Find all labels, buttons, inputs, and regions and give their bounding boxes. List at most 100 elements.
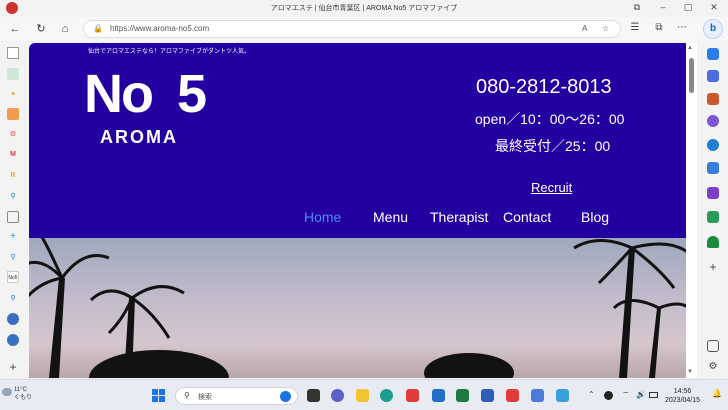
recruit-link[interactable]: Recruit bbox=[531, 180, 572, 195]
twitter-tab-icon[interactable]: ✈ bbox=[7, 231, 19, 243]
gmail-tab-icon[interactable]: M bbox=[7, 149, 19, 161]
search-tab-icon[interactable]: ⚲ bbox=[7, 252, 19, 264]
more-menu-icon[interactable]: ⋯ bbox=[675, 22, 689, 33]
bing-icon bbox=[280, 391, 291, 402]
logo-five: 5 bbox=[177, 64, 208, 124]
excel-icon[interactable] bbox=[456, 389, 469, 402]
refresh-button[interactable]: ↻ bbox=[34, 22, 48, 36]
outlook-icon[interactable] bbox=[432, 389, 445, 402]
site-tagline: 仙台でアロマエステなら！アロマファイブがダントツ人気。 bbox=[88, 49, 251, 55]
site-logo[interactable]: No 5 AROMA bbox=[84, 64, 224, 157]
nav-blog[interactable]: Blog bbox=[581, 209, 609, 225]
back-button[interactable]: ← bbox=[8, 22, 22, 36]
search-tab-icon[interactable]: ⚲ bbox=[7, 191, 19, 203]
outlook-icon[interactable] bbox=[707, 187, 719, 199]
minimize-button[interactable]: – bbox=[656, 2, 670, 12]
tab-favicon-icon[interactable]: R bbox=[7, 170, 19, 182]
tree-icon[interactable] bbox=[707, 236, 719, 248]
windows-taskbar: 11°C くもり ⚲ 検索 ⌃ ⌔ 🔊 14:56 2023/04/15 🔔 bbox=[0, 379, 728, 410]
logo-aroma: AROMA bbox=[100, 127, 178, 147]
new-tab-icon[interactable]: + bbox=[7, 361, 19, 373]
close-button[interactable]: ✕ bbox=[707, 2, 721, 13]
cloud-icon[interactable] bbox=[2, 388, 12, 396]
search-placeholder: 検索 bbox=[198, 394, 212, 401]
shopping-icon[interactable] bbox=[707, 93, 719, 105]
favorite-star-icon[interactable]: ☆ bbox=[602, 24, 609, 33]
wifi-icon[interactable]: ⌔ bbox=[622, 390, 630, 400]
tools-icon[interactable] bbox=[707, 115, 719, 127]
edge-sidebar: + ⚙ bbox=[698, 41, 728, 378]
photos-icon[interactable] bbox=[556, 389, 569, 402]
nav-menu[interactable]: Menu bbox=[373, 209, 408, 225]
maximize-button[interactable]: ▢ bbox=[681, 2, 695, 13]
discover-tag-icon[interactable] bbox=[707, 70, 719, 82]
tab-favicon-icon[interactable] bbox=[7, 68, 19, 80]
volume-icon[interactable]: 🔊 bbox=[636, 390, 646, 399]
word-icon[interactable] bbox=[481, 389, 494, 402]
home-button[interactable]: ⌂ bbox=[58, 22, 72, 36]
lock-icon[interactable]: 🔒 bbox=[93, 24, 103, 33]
taskbar-search[interactable]: ⚲ 検索 bbox=[175, 387, 298, 405]
last-reception: 最終受付／25：00 bbox=[495, 138, 611, 154]
edge-icon[interactable] bbox=[380, 389, 393, 402]
aroma-no5-tab-icon[interactable]: No5 bbox=[7, 271, 19, 283]
task-view-icon[interactable] bbox=[307, 389, 320, 402]
tab-actions-icon[interactable]: ⧉ bbox=[630, 2, 644, 13]
vertical-tabs-sidebar: ✦ ⚙ M R ⚲ ✈ ⚲ No5 ⚲ + bbox=[0, 41, 27, 378]
tray-chevron-icon[interactable]: ⌃ bbox=[588, 390, 595, 399]
taskbar-clock[interactable]: 14:56 2023/04/15 bbox=[665, 387, 700, 405]
notification-icon[interactable]: 🔔 bbox=[712, 389, 722, 398]
sidebar-toggle-icon[interactable] bbox=[7, 47, 19, 59]
settings-gear-icon[interactable]: ⚙ bbox=[707, 361, 719, 373]
nav-contact[interactable]: Contact bbox=[503, 209, 551, 225]
scroll-down-icon[interactable]: ▼ bbox=[687, 369, 693, 375]
vivaldi-icon[interactable] bbox=[406, 389, 419, 402]
battery-icon[interactable] bbox=[649, 392, 658, 398]
copilot-icon[interactable]: b bbox=[703, 19, 723, 39]
notepad-icon[interactable] bbox=[531, 389, 544, 402]
clock-time: 14:56 bbox=[673, 388, 692, 395]
start-button[interactable] bbox=[152, 389, 166, 403]
page-scrollbar[interactable]: ▲ ▼ bbox=[686, 43, 697, 378]
games-icon[interactable] bbox=[707, 139, 719, 151]
tab-favicon-icon[interactable] bbox=[7, 211, 19, 223]
tab-favicon-icon[interactable]: ✦ bbox=[7, 89, 19, 101]
weather-widget[interactable]: 11°C くもり bbox=[14, 386, 32, 402]
wordpress-tab-icon[interactable] bbox=[7, 334, 19, 346]
weather-condition: くもり bbox=[14, 395, 33, 401]
tray-app-icon[interactable] bbox=[604, 391, 613, 400]
weather-temperature: 11°C bbox=[14, 387, 27, 393]
opening-hours: open／10：00〜26：00 bbox=[475, 111, 625, 127]
url-text[interactable]: https://www.aroma-no5.com bbox=[110, 24, 209, 33]
nav-therapist[interactable]: Therapist bbox=[430, 209, 488, 225]
hide-sidebar-icon[interactable] bbox=[707, 340, 719, 352]
search-icon: ⚲ bbox=[184, 391, 190, 400]
add-sidebar-icon[interactable]: + bbox=[707, 261, 719, 273]
file-explorer-icon[interactable] bbox=[356, 389, 369, 402]
favorites-icon[interactable]: ☰ bbox=[628, 22, 642, 33]
scroll-thumb[interactable] bbox=[689, 58, 694, 93]
logo-no: No bbox=[84, 64, 154, 124]
drop-icon[interactable] bbox=[707, 211, 719, 223]
wordpress-tab-icon[interactable] bbox=[7, 313, 19, 325]
search-tab-icon[interactable]: ⚲ bbox=[7, 293, 19, 305]
window-title: アロマエステ | 仙台市青葉区 | AROMA No5 アロマファイブ bbox=[270, 5, 458, 12]
hero-image bbox=[29, 238, 686, 378]
page-viewport: 仙台でアロマエステなら！アロマファイブがダントツ人気。 No 5 AROMA 0… bbox=[29, 43, 697, 378]
collections-icon[interactable]: ⧉ bbox=[652, 22, 666, 33]
nav-home[interactable]: Home bbox=[304, 209, 341, 225]
clock-date: 2023/04/15 bbox=[665, 397, 701, 404]
chat-icon[interactable] bbox=[331, 389, 344, 402]
read-aloud-icon[interactable]: A bbox=[582, 24, 587, 33]
office-icon[interactable] bbox=[707, 162, 719, 174]
phone-number[interactable]: 080-2812-8013 bbox=[476, 76, 612, 99]
scroll-up-icon[interactable]: ▲ bbox=[687, 45, 693, 51]
browser-toolbar: ← ↻ ⌂ 🔒 https://www.aroma-no5.com A ☆ ☰ … bbox=[0, 17, 728, 41]
address-bar[interactable]: 🔒 https://www.aroma-no5.com A ☆ bbox=[83, 20, 621, 38]
search-sidebar-icon[interactable] bbox=[707, 48, 719, 60]
tab-favicon-icon[interactable]: ⚙ bbox=[7, 129, 19, 141]
vivaldi-icon[interactable] bbox=[506, 389, 519, 402]
site-header: 仙台でアロマエステなら！アロマファイブがダントツ人気。 No 5 AROMA 0… bbox=[29, 43, 686, 238]
palm-silhouette-image bbox=[29, 238, 686, 378]
tab-favicon-icon[interactable] bbox=[7, 108, 19, 120]
